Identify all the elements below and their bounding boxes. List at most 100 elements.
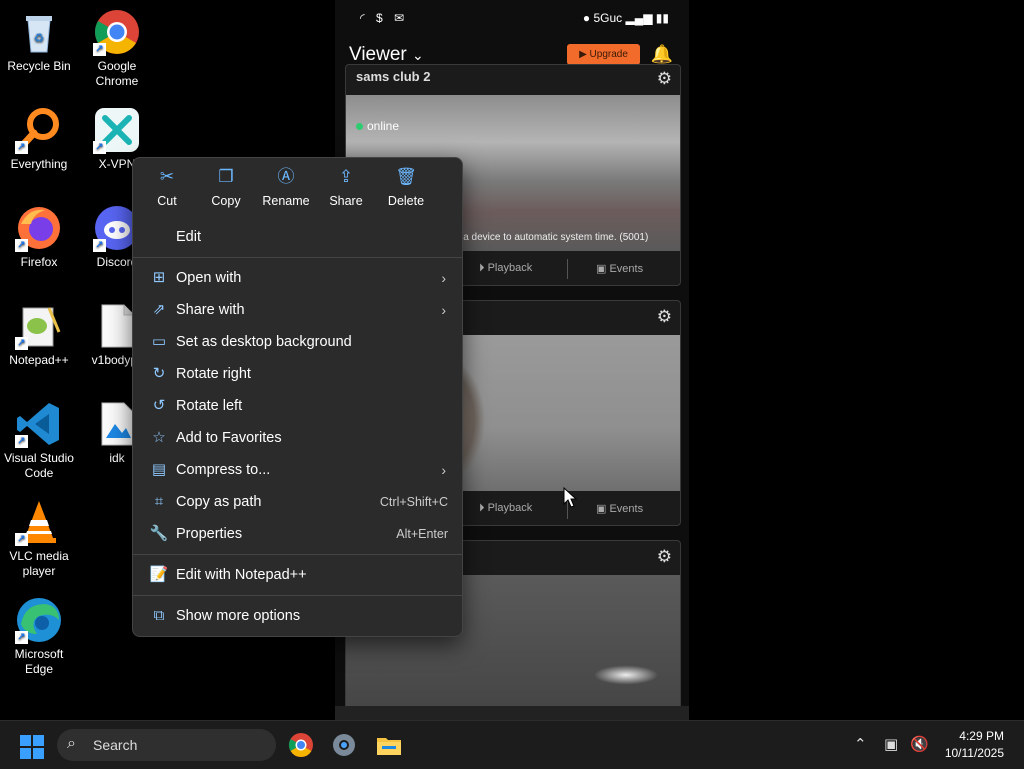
- rename-button[interactable]: Ⓐ Rename: [257, 166, 315, 208]
- bell-icon[interactable]: 🔔: [651, 44, 673, 65]
- copy-label: Copy: [211, 194, 241, 208]
- copy-button[interactable]: ❐ Copy: [197, 166, 255, 208]
- desktop-icon-label: Recycle Bin: [7, 59, 71, 73]
- share-icon: ⇪: [338, 167, 354, 186]
- desktop-icon-visual-studio-code[interactable]: ↗ Visual Studio Code: [0, 400, 78, 481]
- menu-item-show-more-options[interactable]: ⧉ Show more options: [139, 601, 456, 631]
- network-icon[interactable]: ▣: [884, 735, 898, 753]
- menu-item-add-to-favorites[interactable]: ☆ Add to Favorites: [139, 423, 456, 453]
- desktop-icon-label: Notepad++: [9, 353, 69, 367]
- menu-item-label: Edit with Notepad++: [176, 567, 307, 583]
- menu-item-set-desktop-background[interactable]: ▭ Set as desktop background: [139, 327, 456, 357]
- mouse-cursor-icon: [563, 487, 577, 508]
- menu-item-copy-as-path[interactable]: ⌗ Copy as path Ctrl+Shift+C: [139, 487, 456, 517]
- playback-button[interactable]: ⏵ Playback: [479, 502, 532, 515]
- start-button[interactable]: [20, 735, 44, 759]
- delete-icon: 🗑: [395, 167, 417, 186]
- status-left-icons: ◜ $ ✉: [360, 11, 408, 25]
- folder-icon: [377, 738, 401, 755]
- taskbar-search[interactable]: ⌕ Search: [57, 729, 276, 761]
- rotate-left-icon: ↺: [152, 397, 166, 414]
- shortcut-arrow-icon: ↗: [15, 337, 28, 350]
- desktop-icon-label: Microsoft Edge: [14, 647, 64, 676]
- notepad-plus-plus-icon: ↗: [15, 302, 63, 350]
- x-vpn-icon: ↗: [93, 106, 141, 154]
- vlc-cone-icon: ↗: [15, 498, 63, 546]
- chevron-right-icon: ›: [441, 302, 446, 318]
- share-label: Share: [329, 194, 363, 208]
- menu-item-compress-to[interactable]: ▤ Compress to... ›: [139, 455, 456, 485]
- cut-button[interactable]: ✂ Cut: [138, 166, 196, 208]
- taskbar-file-explorer[interactable]: [375, 731, 403, 759]
- delete-button[interactable]: 🗑 Delete: [377, 166, 435, 208]
- menu-item-label: Copy as path: [176, 494, 262, 510]
- chevron-right-icon: ›: [441, 462, 446, 478]
- menu-item-label: Set as desktop background: [176, 334, 352, 350]
- desktop-icon-vlc[interactable]: ↗ VLC media player: [0, 498, 78, 579]
- menu-item-edit-with-notepad[interactable]: 📝 Edit with Notepad++: [139, 560, 456, 590]
- volume-muted-icon[interactable]: 🔇: [910, 735, 929, 753]
- menu-item-label: Rotate left: [176, 398, 243, 414]
- wifi-icon: ◜: [360, 11, 369, 25]
- shortcut-arrow-icon: ↗: [93, 239, 106, 252]
- shortcut-arrow-icon: ↗: [15, 141, 28, 154]
- share-button[interactable]: ⇪ Share: [317, 166, 375, 208]
- menu-item-shortcut: Alt+Enter: [396, 527, 448, 541]
- shortcut-arrow-icon: ↗: [15, 533, 28, 546]
- desktop-icon-microsoft-edge[interactable]: ↗ Microsoft Edge: [0, 596, 78, 677]
- clock[interactable]: 4:29 PM 10/11/2025: [945, 728, 1004, 762]
- desktop-icon-firefox[interactable]: ↗ Firefox: [0, 204, 78, 270]
- events-button[interactable]: ▣ Events: [596, 502, 643, 515]
- rename-icon: Ⓐ: [277, 167, 295, 186]
- open-with-icon: ⊞: [152, 269, 166, 286]
- menu-item-label: Add to Favorites: [176, 430, 282, 446]
- online-status: online: [356, 119, 399, 133]
- menu-divider: [133, 595, 462, 596]
- camera-name: sams club 2: [356, 69, 431, 84]
- menu-item-label: Show more options: [176, 608, 301, 624]
- desktop-icon-label: Google Chrome: [95, 59, 139, 88]
- phone-status-bar: ◜ $ ✉ ● 5Guc ▂▄▆ ▮▮: [335, 0, 689, 36]
- notepad-plus-plus-icon: 📝: [149, 566, 169, 583]
- star-icon: ☆: [152, 429, 166, 446]
- mail-icon: ✉: [394, 11, 409, 25]
- desktop-icon-recycle-bin[interactable]: ♻ Recycle Bin: [0, 8, 78, 74]
- recycle-bin-icon: ♻: [15, 8, 63, 56]
- menu-item-rotate-left[interactable]: ↺ Rotate left: [139, 391, 456, 421]
- taskbar: ⌕ Search ⌃ ▣ 🔇 4:29 PM 10/11/2025: [0, 720, 1024, 769]
- desktop-icon-label: VLC media player: [9, 549, 69, 578]
- gear-icon[interactable]: ⚙: [657, 69, 672, 89]
- signal-icon: ▂▄▆: [625, 11, 653, 25]
- playback-button[interactable]: ⏵ Playback: [479, 262, 532, 275]
- camera-message: mera device to automatic system time. (5…: [446, 232, 649, 243]
- events-button[interactable]: ▣ Events: [596, 262, 643, 275]
- divider: [567, 259, 568, 279]
- menu-item-open-with[interactable]: ⊞ Open with ›: [139, 263, 456, 293]
- chevron-up-icon[interactable]: ⌃: [854, 735, 867, 753]
- vscode-icon: ↗: [15, 400, 63, 448]
- quick-actions-bar: ✂ Cut ❐ Copy Ⓐ Rename ⇪ Share 🗑 Delete: [133, 158, 462, 218]
- context-menu: ✂ Cut ❐ Copy Ⓐ Rename ⇪ Share 🗑 Delete E…: [132, 157, 463, 637]
- desktop-icon-google-chrome[interactable]: ↗ Google Chrome: [78, 8, 156, 89]
- desktop-icon-label: Visual Studio Code: [4, 451, 74, 480]
- taskbar-chrome[interactable]: [287, 731, 315, 759]
- gear-icon[interactable]: ⚙: [657, 547, 672, 567]
- clock-date: 10/11/2025: [944, 746, 1004, 760]
- desktop-icon-notepad-plus-plus[interactable]: ↗ Notepad++: [0, 302, 78, 368]
- gear-icon[interactable]: ⚙: [657, 307, 672, 327]
- menu-item-edit[interactable]: Edit: [139, 222, 456, 252]
- menu-item-rotate-right[interactable]: ↻ Rotate right: [139, 359, 456, 389]
- menu-item-properties[interactable]: 🔧 Properties Alt+Enter: [139, 519, 456, 549]
- viewer-dropdown[interactable]: Viewer ⌄: [349, 44, 424, 66]
- upgrade-button[interactable]: ▶ Upgrade: [567, 44, 640, 65]
- rotate-right-icon: ↻: [152, 365, 166, 382]
- desktop-icon-everything[interactable]: ↗ Everything: [0, 106, 78, 172]
- rename-label: Rename: [262, 194, 310, 208]
- edge-icon: ↗: [15, 596, 63, 644]
- share-with-icon: ⇗: [152, 301, 166, 318]
- show-more-icon: ⧉: [153, 607, 165, 624]
- menu-item-label: Share with: [176, 302, 245, 318]
- menu-item-share-with[interactable]: ⇗ Share with ›: [139, 295, 456, 325]
- shortcut-arrow-icon: ↗: [15, 435, 28, 448]
- taskbar-settings[interactable]: [330, 731, 358, 759]
